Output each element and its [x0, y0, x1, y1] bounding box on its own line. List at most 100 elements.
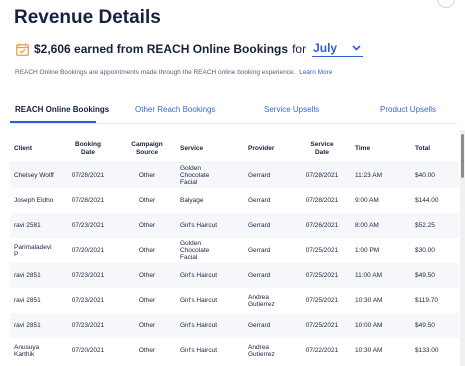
chevron-down-icon: [352, 45, 361, 51]
column-header-line: Time: [355, 145, 371, 152]
cell-provider: Gerrard: [248, 322, 271, 329]
cell-client: Parimaladevi P: [14, 244, 52, 258]
cell-provider: Gerrard: [248, 247, 271, 254]
table-row[interactable]: Anusuya Karthik 07/20/2021 Other Girl's Hai…: [10, 338, 459, 363]
cell-client: ravi 2851: [14, 297, 41, 304]
cell-campaign-source: Other: [138, 297, 156, 304]
cell-total: $49.50: [415, 272, 435, 279]
cell-service-date: 07/25/2021: [305, 272, 339, 279]
cell-campaign-source: Other: [138, 222, 156, 229]
cell-provider: Gerrard: [248, 222, 271, 229]
cell-service: Golden Chocolate Facial: [180, 165, 210, 186]
column-header-line: Booking: [75, 141, 101, 148]
bookings-table: Client Booking Date Campaign Source Service Pr…: [10, 137, 459, 363]
cell-total: $144.00: [415, 197, 439, 204]
month-dropdown[interactable]: July: [312, 41, 364, 57]
table-body: Chelsey Wolff 07/28/2021 Other Golden Choco…: [10, 163, 459, 363]
cell-time: 11:23 AM: [355, 172, 382, 179]
column-header-campaign-source: Campaign Source: [124, 141, 170, 157]
table-row[interactable]: ravi 2851 07/23/2021 Other Girl's Haircut Ge…: [10, 313, 459, 338]
learn-more-link[interactable]: Learn More: [299, 69, 332, 76]
page-title: Revenue Details: [14, 7, 161, 28]
cell-client: ravi 2581: [14, 222, 41, 229]
cell-campaign-source: Other: [138, 197, 156, 204]
summary-text: $2,606 earned from REACH Online Bookings: [34, 42, 289, 56]
cell-client: Anusuya Karthik: [14, 344, 40, 358]
cell-service-date: 07/28/2021: [305, 197, 339, 204]
cell-campaign-source: Other: [138, 322, 156, 329]
cell-total: $119.70: [415, 297, 439, 304]
cell-time: 11:00 AM: [355, 272, 382, 279]
cell-service: Girl's Haircut: [180, 222, 217, 229]
cell-service: Girl's Haircut: [180, 322, 217, 329]
column-header-line: Total: [415, 145, 431, 152]
tab-product-upsells[interactable]: Product Upsells: [380, 105, 436, 114]
column-header-service: Service: [180, 145, 242, 153]
table-row[interactable]: ravi 2851 07/23/2021 Other Girl's Haircut Ge…: [10, 263, 459, 288]
cell-time: 10:00 AM: [355, 322, 383, 329]
column-header-client: Client: [14, 145, 64, 153]
for-label: for: [292, 42, 307, 56]
cell-provider: Andrea Gutierrez: [248, 294, 275, 308]
cell-provider: Gerrard: [248, 172, 271, 179]
column-header-provider: Provider: [248, 145, 294, 153]
cell-campaign-source: Other: [138, 247, 156, 254]
column-header-line: Campaign: [131, 141, 163, 148]
calendar-check-icon: [16, 43, 29, 56]
cell-total: $52.25: [415, 222, 435, 229]
cell-booking-date: 07/23/2021: [71, 297, 105, 304]
cell-time: 8:00 AM: [355, 222, 379, 229]
table-row[interactable]: Joseph Eldho 07/28/2021 Other Balyage Gerrar…: [10, 188, 459, 213]
cell-service-date: 07/25/2021: [305, 247, 339, 254]
cell-campaign-source: Other: [138, 347, 156, 354]
column-header-booking-date: Booking Date: [66, 141, 110, 157]
column-header-line: Date: [314, 149, 330, 156]
cell-booking-date: 07/23/2021: [71, 222, 105, 229]
column-header-line: Service: [180, 145, 204, 152]
cell-total: $40.00: [415, 172, 435, 179]
cell-provider: Gerrard: [248, 197, 271, 204]
cell-total: $133.00: [415, 347, 439, 354]
cell-service-date: 07/22/2021: [305, 347, 339, 354]
cell-time: 10:30 AM: [355, 297, 383, 304]
column-header-line: Source: [135, 149, 159, 156]
cell-campaign-source: Other: [138, 172, 156, 179]
tab-reach-online-bookings[interactable]: REACH Online Bookings: [15, 105, 109, 114]
table-row[interactable]: Chelsey Wolff 07/28/2021 Other Golden Choco…: [10, 163, 459, 188]
cell-booking-date: 07/28/2021: [71, 197, 105, 204]
column-header-line: Client: [14, 145, 33, 152]
column-header-time: Time: [355, 145, 409, 153]
column-header-line: Provider: [248, 145, 275, 152]
info-text: REACH Online Bookings are appointments m…: [15, 69, 332, 76]
table-row[interactable]: Parimaladevi P 07/20/2021 Other Golden Choc…: [10, 238, 459, 263]
cell-service: Girl's Haircut: [180, 272, 217, 279]
cell-service: Balyage: [180, 197, 204, 204]
cell-total: $49.50: [415, 322, 435, 329]
cell-service-date: 07/26/2021: [305, 222, 339, 229]
cell-total: $30.00: [415, 247, 435, 254]
cell-client: Joseph Eldho: [14, 197, 54, 204]
cell-booking-date: 07/28/2021: [71, 172, 105, 179]
tab-other-reach-bookings[interactable]: Other Reach Bookings: [135, 105, 216, 114]
cell-booking-date: 07/20/2021: [71, 347, 105, 354]
cell-client: Chelsey Wolff: [14, 172, 54, 179]
cell-time: 10:30 AM: [355, 347, 383, 354]
close-icon[interactable]: [437, 0, 455, 8]
column-header-service-date: Service Date: [300, 141, 344, 157]
table-row[interactable]: ravi 2851 07/23/2021 Other Girl's Haircut An…: [10, 288, 459, 313]
tab-bar: REACH Online Bookings Other Reach Bookin…: [10, 100, 457, 124]
table-header: Client Booking Date Campaign Source Service Pr…: [10, 137, 459, 163]
cell-provider: Andrea Gutierrez: [248, 344, 275, 358]
cell-booking-date: 07/23/2021: [71, 322, 105, 329]
active-tab-indicator: [10, 121, 96, 123]
info-description: REACH Online Bookings are appointments m…: [15, 69, 296, 76]
scrollbar-thumb[interactable]: [461, 134, 464, 178]
cell-client: ravi 2851: [14, 272, 41, 279]
cell-provider: Gerrard: [248, 272, 271, 279]
cell-service-date: 07/25/2021: [305, 322, 339, 329]
column-header-total: Total: [415, 145, 455, 153]
cell-time: 1:00 PM: [355, 247, 380, 254]
table-row[interactable]: ravi 2581 07/23/2021 Other Girl's Haircut Ge…: [10, 213, 459, 238]
tab-service-upsells[interactable]: Service Upsells: [264, 105, 319, 114]
cell-service: Golden Chocolate Facial: [180, 240, 210, 261]
